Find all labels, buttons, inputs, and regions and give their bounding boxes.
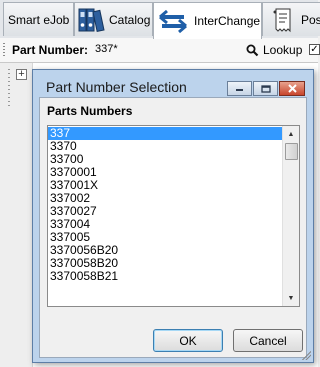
magnifier-icon	[246, 44, 259, 56]
dialog-title: Part Number Selection	[46, 79, 187, 95]
panel-grip	[8, 69, 10, 109]
dialog-caption-buttons	[227, 81, 305, 96]
scroll-up-arrow-icon[interactable]: ▲	[283, 126, 299, 142]
part-number-toolbar: Part Number: 337* Lookup ✓	[0, 38, 320, 63]
parts-numbers-items: 337 3370 33700 3370001 337001X 337002 33…	[48, 127, 284, 283]
close-icon	[287, 84, 297, 93]
module-tab-strip: Smart eJob Catalog InterChange Pos	[0, 0, 320, 39]
maximize-icon	[260, 84, 271, 93]
catalog-binders-icon	[78, 8, 105, 32]
toolbar-checkbox[interactable]: ✓	[309, 44, 320, 55]
tab-pos[interactable]: Pos	[262, 2, 320, 36]
scroll-down-arrow-icon[interactable]: ▼	[283, 290, 299, 306]
minimize-icon	[236, 88, 243, 91]
tab-interchange[interactable]: InterChange	[153, 2, 262, 39]
listbox-scrollbar[interactable]: ▲ ▼	[282, 126, 299, 306]
list-item[interactable]: 3370058B21	[48, 270, 284, 283]
tab-catalog[interactable]: Catalog	[74, 2, 153, 36]
cancel-button[interactable]: Cancel	[233, 329, 303, 352]
lookup-button[interactable]: Lookup	[246, 41, 302, 59]
tab-smart-ejob-label: Smart eJob	[8, 12, 70, 27]
ok-button[interactable]: OK	[153, 329, 223, 352]
dialog-client-area: Parts Numbers 337 3370 33700 3370001 337…	[39, 97, 307, 358]
workspace-left-panel: +	[0, 63, 33, 367]
tab-catalog-label: Catalog	[109, 12, 151, 27]
lookup-button-label: Lookup	[263, 43, 303, 57]
tab-smart-ejob[interactable]: Smart eJob	[3, 2, 74, 36]
close-button[interactable]	[279, 81, 305, 96]
list-item[interactable]: 337	[48, 127, 284, 140]
minimize-button[interactable]	[227, 81, 252, 96]
parts-numbers-listbox[interactable]: 337 3370 33700 3370001 337001X 337002 33…	[47, 125, 300, 307]
tab-interchange-label: InterChange	[194, 14, 261, 28]
tab-pos-label: Pos	[301, 12, 320, 27]
toolbar-grip[interactable]	[3, 43, 5, 57]
scrollbar-thumb[interactable]	[285, 143, 298, 160]
maximize-button[interactable]	[253, 81, 278, 96]
part-number-selection-dialog: Part Number Selection Parts Numbers 337 …	[32, 69, 314, 363]
part-number-input[interactable]: 337*	[95, 43, 118, 55]
interchange-arrows-icon	[159, 9, 187, 34]
parts-numbers-label: Parts Numbers	[47, 104, 133, 118]
pos-receipt-icon	[273, 8, 291, 32]
part-number-label: Part Number:	[12, 43, 89, 57]
expand-plus-icon[interactable]: +	[16, 69, 27, 80]
resize-grip-icon[interactable]	[301, 350, 311, 360]
list-item[interactable]: 3370	[48, 140, 284, 153]
